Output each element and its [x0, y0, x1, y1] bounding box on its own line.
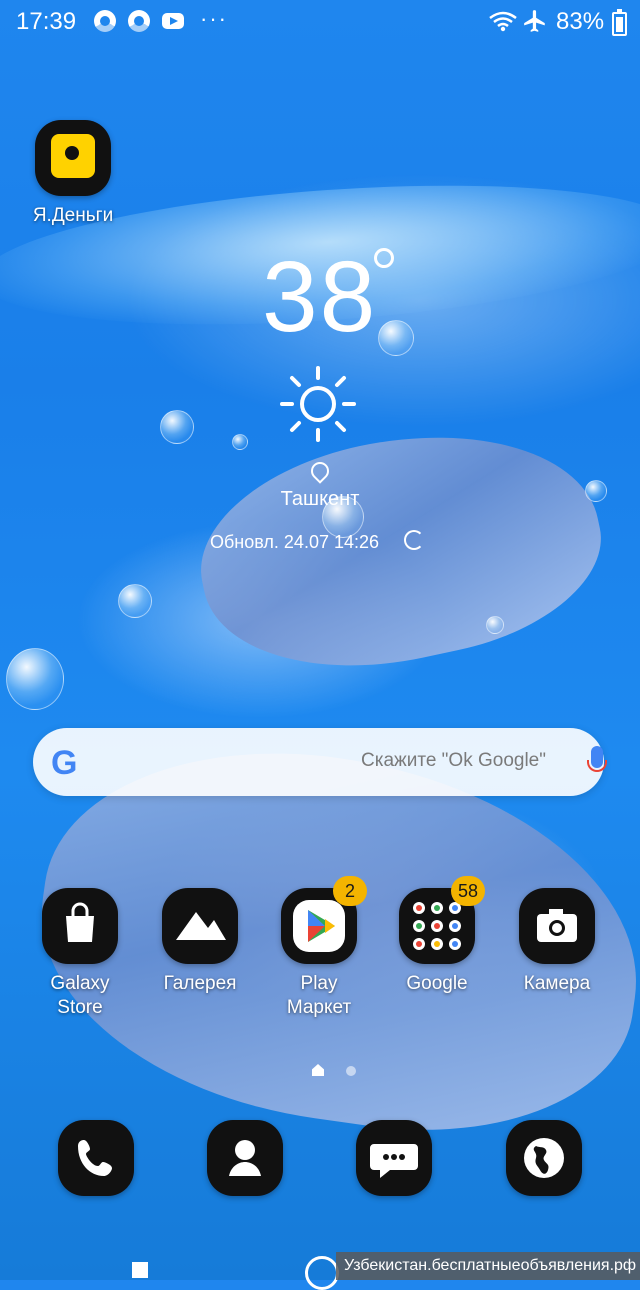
phone-icon	[78, 1140, 112, 1176]
chrome-icon	[94, 10, 116, 32]
app-yandex-money[interactable]: Я.Деньги	[18, 120, 128, 228]
status-bar: 17:39 ··· 83%	[0, 0, 640, 44]
dock-internet[interactable]	[506, 1120, 582, 1196]
messages-icon	[370, 1144, 418, 1178]
app-camera[interactable]: Камера	[502, 888, 612, 996]
page-dot	[346, 1066, 356, 1076]
airplane-mode-icon	[524, 10, 545, 32]
more-notifications-icon: ···	[200, 6, 228, 31]
degree-symbol	[374, 248, 394, 268]
bubble	[486, 616, 504, 634]
app-label: Галерея	[163, 973, 237, 994]
temperature: 38	[262, 241, 378, 353]
weather-updated-time: Обновл. 24.07 14:26	[210, 532, 380, 552]
notification-badge: 2	[333, 876, 367, 906]
yandex-money-icon	[35, 120, 111, 196]
internet-icon	[524, 1138, 564, 1178]
home-button[interactable]	[305, 1256, 339, 1290]
app-label: Камера	[523, 973, 591, 994]
youtube-icon	[162, 13, 184, 29]
bubble	[378, 320, 414, 356]
bubble	[232, 434, 248, 450]
watermark: Узбекистан.бесплатныеобъявления.рф	[336, 1252, 640, 1280]
battery-percentage: 83%	[556, 8, 605, 35]
app-label: Galaxy Store	[50, 973, 110, 1018]
shopping-bag-icon	[42, 888, 118, 964]
notification-badge: 58	[451, 876, 485, 906]
dock-contacts[interactable]	[207, 1120, 283, 1196]
clock: 17:39	[16, 8, 77, 35]
folder-icon: 58	[399, 876, 485, 964]
app-play-market[interactable]: 2 Play Маркет	[264, 876, 374, 1020]
app-gallery[interactable]: Галерея	[145, 888, 255, 996]
dock-messages[interactable]	[356, 1120, 432, 1196]
app-label: Google	[406, 973, 468, 994]
mountains-icon	[162, 888, 238, 964]
wifi-icon	[489, 11, 517, 32]
bubble	[118, 584, 152, 618]
camera-icon	[519, 888, 595, 964]
weather-city: Ташкент	[280, 488, 360, 510]
refresh-icon[interactable]	[404, 530, 424, 550]
app-label: Я.Деньги	[32, 205, 114, 226]
recent-apps-button[interactable]	[132, 1262, 148, 1278]
dock-phone[interactable]	[58, 1120, 134, 1196]
contacts-icon	[229, 1140, 261, 1176]
app-galaxy-store[interactable]: Galaxy Store	[25, 888, 135, 1020]
sun-icon	[280, 366, 356, 442]
app-label: Play Маркет	[286, 973, 352, 1018]
google-logo-icon: G	[51, 744, 78, 782]
chrome-icon	[128, 10, 150, 32]
microphone-icon[interactable]	[587, 746, 607, 772]
search-placeholder: Скажите "Ok Google"	[361, 750, 546, 771]
play-store-icon: 2	[281, 876, 367, 964]
battery-charging-icon	[612, 9, 627, 36]
bubble	[160, 410, 194, 444]
app-folder-google[interactable]: 58 Google	[382, 876, 492, 996]
google-search-bar[interactable]: G Скажите "Ok Google"	[33, 728, 607, 796]
bubble	[6, 648, 64, 710]
